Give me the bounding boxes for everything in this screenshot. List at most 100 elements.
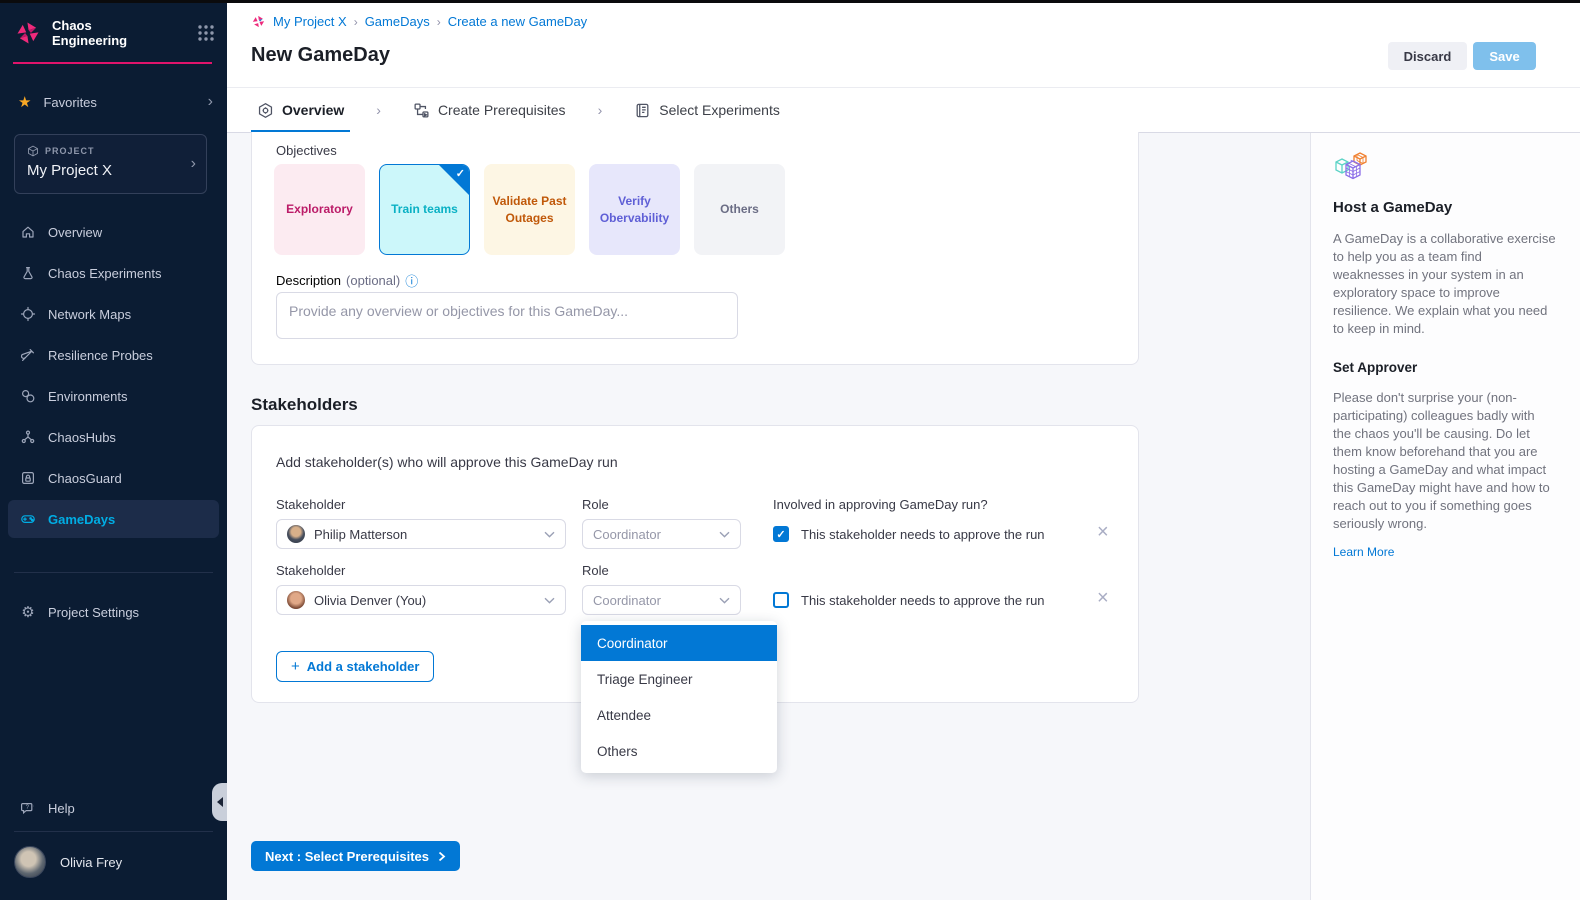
environments-icon — [20, 388, 36, 404]
role-option-attendee[interactable]: Attendee — [581, 697, 777, 733]
save-button[interactable]: Save — [1473, 42, 1536, 70]
sidebar-item-label: GameDays — [48, 512, 115, 527]
chaos-engineering-logo-icon — [14, 19, 42, 47]
help-chat-icon: ? — [20, 800, 36, 816]
sidebar-item-label: Help — [48, 801, 75, 816]
network-map-icon — [20, 306, 36, 322]
approve-checkbox-label: This stakeholder needs to approve the ru… — [801, 593, 1045, 608]
role-select-1[interactable]: Coordinator — [582, 519, 741, 549]
role-option-triage-engineer[interactable]: Triage Engineer — [581, 661, 777, 697]
page-header: My Project X › GameDays › Create a new G… — [227, 0, 1580, 88]
project-label: PROJECT — [45, 146, 95, 156]
content-area: Objectives Exploratory Train teams Valid… — [227, 133, 1580, 900]
role-column-label: Role — [582, 497, 609, 512]
favorites-toggle[interactable]: ★ Favorites › — [18, 90, 213, 114]
sidebar-item-help[interactable]: ? Help — [8, 789, 219, 827]
home-icon — [20, 224, 36, 240]
objective-train-teams[interactable]: Train teams — [379, 164, 470, 255]
app-title: Chaos Engineering — [52, 18, 144, 48]
role-select-value: Coordinator — [593, 527, 661, 542]
stakeholders-heading: Stakeholders — [251, 395, 358, 415]
approve-checkbox-1[interactable] — [773, 526, 789, 542]
stakeholder-select-value: Philip Matterson — [314, 527, 407, 542]
sidebar-item-label: ChaosHubs — [48, 430, 116, 445]
learn-more-link[interactable]: Learn More — [1333, 545, 1394, 559]
stakeholder-column-label: Stakeholder — [276, 497, 345, 512]
sidebar-nav: Overview Chaos Experiments Network Maps … — [0, 210, 227, 541]
sidebar-item-label: Resilience Probes — [48, 348, 153, 363]
gamepad-icon — [20, 511, 36, 527]
user-profile[interactable]: Olivia Frey — [14, 846, 122, 878]
tab-create-prerequisites[interactable]: Create Prerequisites — [407, 88, 572, 132]
experiments-tab-icon — [634, 102, 651, 119]
add-stakeholder-button[interactable]: + Add a stakeholder — [276, 651, 434, 682]
project-selector[interactable]: PROJECT My Project X › — [14, 134, 207, 194]
chevron-right-icon: › — [598, 102, 603, 118]
overview-tab-icon — [257, 102, 274, 119]
description-input[interactable] — [276, 292, 738, 339]
stakeholder-select-1[interactable]: Philip Matterson — [276, 519, 566, 549]
sidebar-item-resilience-probes[interactable]: Resilience Probes — [8, 336, 219, 374]
objective-verify-obervability[interactable]: Verify Obervability — [589, 164, 680, 255]
window-top-edge — [0, 0, 1580, 3]
chaos-module-icon — [251, 14, 266, 29]
approve-checkbox-2[interactable] — [773, 592, 789, 608]
stakeholder-avatar — [287, 525, 305, 543]
guard-lock-icon — [20, 470, 36, 486]
sidebar-item-label: Environments — [48, 389, 127, 404]
chevron-right-icon: › — [191, 155, 196, 173]
stakeholder-avatar — [287, 591, 305, 609]
objectives-label: Objectives — [276, 143, 337, 158]
role-option-coordinator[interactable]: Coordinator — [581, 625, 777, 661]
sidebar-item-chaosguard[interactable]: ChaosGuard — [8, 459, 219, 497]
project-name: My Project X — [27, 162, 194, 179]
stakeholder-select-2[interactable]: Olivia Denver (You) — [276, 585, 566, 615]
sidebar-item-project-settings[interactable]: ⚙ Project Settings — [8, 593, 219, 631]
page-title: New GameDay — [251, 44, 390, 67]
tab-label: Overview — [282, 102, 344, 118]
help-panel-section-body: Please don't surprise your (non-particip… — [1333, 389, 1556, 533]
sidebar-item-chaos-experiments[interactable]: Chaos Experiments — [8, 254, 219, 292]
main-area: My Project X › GameDays › Create a new G… — [227, 0, 1580, 900]
sidebar-collapse-button[interactable] — [212, 783, 227, 821]
discard-button[interactable]: Discard — [1388, 42, 1467, 70]
sidebar-item-label: Overview — [48, 225, 102, 240]
role-select-2[interactable]: Coordinator — [582, 585, 741, 615]
chevron-down-icon — [719, 531, 730, 538]
remove-stakeholder-icon[interactable]: × — [1097, 590, 1109, 606]
sidebar-item-gamedays[interactable]: GameDays — [8, 500, 219, 538]
stakeholders-subtitle: Add stakeholder(s) who will approve this… — [276, 454, 618, 470]
probe-icon — [20, 347, 36, 363]
description-label: Description — [276, 273, 341, 288]
sidebar-item-chaoshubs[interactable]: ChaosHubs — [8, 418, 219, 456]
tab-overview[interactable]: Overview — [251, 88, 350, 132]
star-icon: ★ — [18, 93, 31, 111]
favorites-label: Favorites — [43, 95, 96, 110]
sidebar-item-label: Chaos Experiments — [48, 266, 161, 281]
objective-exploratory[interactable]: Exploratory — [274, 164, 365, 255]
chevron-left-icon — [217, 797, 223, 807]
description-optional-label: (optional) — [346, 273, 400, 288]
plus-icon: + — [291, 658, 300, 675]
objective-validate-past-outages[interactable]: Validate Past Outages — [484, 164, 575, 255]
module-grid-icon[interactable] — [197, 24, 215, 42]
breadcrumb-project-link[interactable]: My Project X — [273, 14, 347, 29]
sidebar-item-overview[interactable]: Overview — [8, 213, 219, 251]
tab-select-experiments[interactable]: Select Experiments — [628, 88, 786, 132]
role-column-label: Role — [582, 563, 609, 578]
remove-stakeholder-icon[interactable]: × — [1097, 524, 1109, 540]
chevron-down-icon — [544, 597, 555, 604]
stakeholder-select-value: Olivia Denver (You) — [314, 593, 426, 608]
role-option-others[interactable]: Others — [581, 733, 777, 769]
overview-form-card: Objectives Exploratory Train teams Valid… — [251, 132, 1139, 365]
help-panel-section-title: Set Approver — [1333, 360, 1556, 375]
sidebar-item-environments[interactable]: Environments — [8, 377, 219, 415]
info-icon[interactable]: ⓘ — [405, 271, 418, 290]
next-select-prerequisites-button[interactable]: Next : Select Prerequisites — [251, 841, 460, 871]
wizard-tabs: Overview › Create Prerequisites › Select… — [227, 88, 1580, 133]
flask-icon — [20, 265, 36, 281]
sidebar-item-network-maps[interactable]: Network Maps — [8, 295, 219, 333]
objective-others[interactable]: Others — [694, 164, 785, 255]
gameday-cubes-icon — [1333, 151, 1556, 187]
breadcrumb-gamedays-link[interactable]: GameDays — [365, 14, 430, 29]
